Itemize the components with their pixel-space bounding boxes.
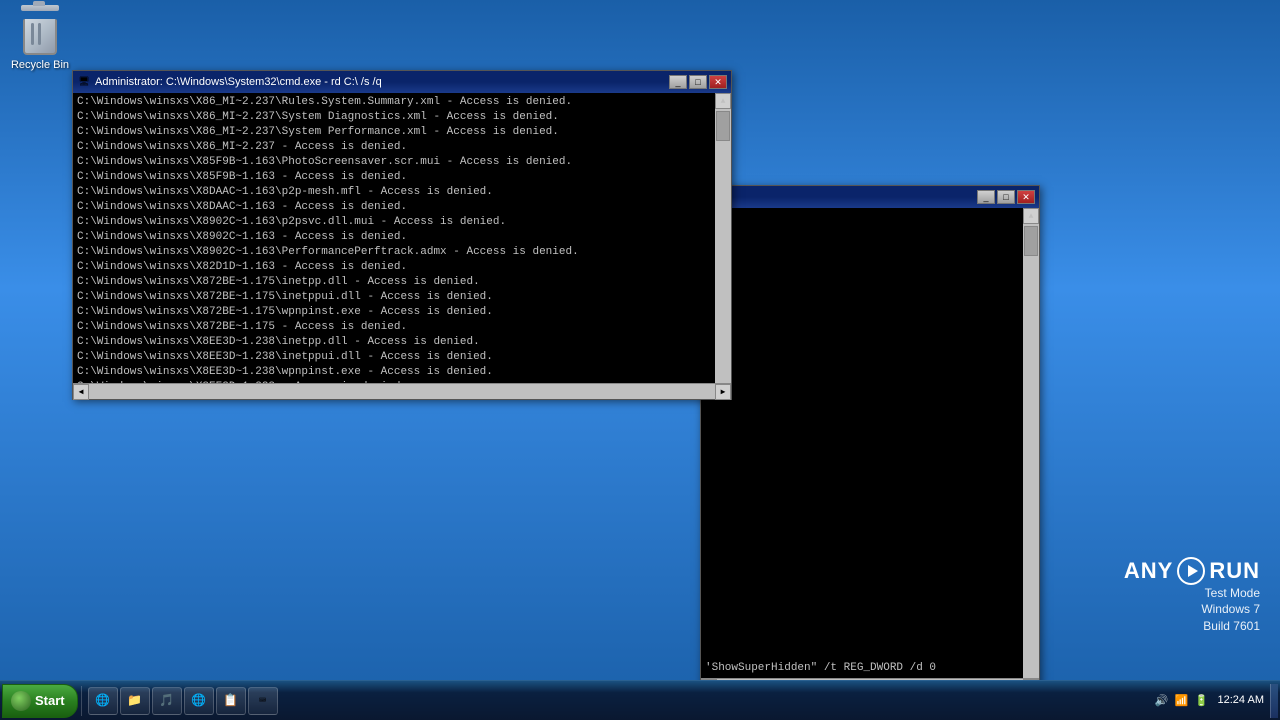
window-2-maximize[interactable]: □ (997, 190, 1015, 204)
cmd-line: C:\Windows\winsxs\X8EE3D~1.238 - Access … (77, 380, 727, 383)
cmd-line: C:\Windows\winsxs\X872BE~1.175\inetppui.… (77, 290, 727, 305)
anyrun-brand: ANY RUN (1124, 557, 1260, 585)
taskbar-tray[interactable]: 🔊 📶 🔋 12:24 AM (1148, 693, 1270, 709)
taskbar-items[interactable]: 🌐 📁 🎵 🌐 📋 ⌨ (85, 681, 1148, 720)
tray-network-icon[interactable]: 🔊 (1154, 693, 1170, 709)
tray-clock[interactable]: 12:24 AM (1218, 693, 1264, 707)
anyrun-logo-text: ANY (1124, 558, 1173, 584)
taskbar-item-ie[interactable]: 🌐 (88, 687, 118, 715)
window-2-titlebar[interactable]: 🖥 _ □ ✕ (701, 186, 1039, 208)
cmd-line: C:\Windows\winsxs\X82D1D~1.163 - Access … (77, 260, 727, 275)
taskbar-item-folder[interactable]: 📁 (120, 687, 150, 715)
anyrun-logo-text-2: RUN (1209, 558, 1260, 584)
cmd-line: C:\Windows\winsxs\X872BE~1.175\wpnpinst.… (77, 305, 727, 320)
taskbar[interactable]: Start 🌐 📁 🎵 🌐 📋 ⌨ 🔊 📶 🔋 12:24 AM (0, 680, 1280, 720)
start-orb (11, 691, 31, 711)
window-2-body: ▲ 'ShowSuperHidden" /t REG_DWORD /d 0 (701, 208, 1039, 678)
window-1-body: C:\Windows\winsxs\X86_MI~2.237\Rules.Sys… (73, 93, 731, 383)
anyrun-play-icon (1177, 557, 1205, 585)
window-1-icon: 🖥 (77, 75, 91, 89)
window-2-content: 'ShowSuperHidden" /t REG_DWORD /d 0 (705, 661, 936, 676)
cmd-line: C:\Windows\winsxs\X86_MI~2.237\System Pe… (77, 125, 727, 140)
start-label: Start (35, 693, 65, 708)
cmd-window-1[interactable]: 🖥 Administrator: C:\Windows\System32\cmd… (72, 70, 732, 400)
cmd-line: C:\Windows\winsxs\X8902C~1.163 - Access … (77, 230, 727, 245)
window-1-minimize[interactable]: _ (669, 75, 687, 89)
hscroll-right-2[interactable]: ▶ (715, 384, 731, 400)
cmd-line: C:\Windows\winsxs\X872BE~1.175 - Access … (77, 320, 727, 335)
cmd-line: C:\Windows\winsxs\X872BE~1.175\inetpp.dl… (77, 275, 727, 290)
cmd-line: C:\Windows\winsxs\X86_MI~2.237\Rules.Sys… (77, 95, 727, 110)
window-1-hscrollbar[interactable]: ◀ ▶ (73, 383, 731, 399)
cmd-line: C:\Windows\winsxs\X85F9B~1.163 - Access … (77, 170, 727, 185)
media-icon: 🎵 (159, 693, 175, 709)
show-desktop-button[interactable] (1270, 684, 1278, 718)
cmd-window-2[interactable]: 🖥 _ □ ✕ ▲ 'ShowSuperHidden" /t REG_DWORD… (700, 185, 1040, 695)
cmd-line: C:\Windows\winsxs\X86_MI~2.237\System Di… (77, 110, 727, 125)
cmd-output: C:\Windows\winsxs\X86_MI~2.237\Rules.Sys… (77, 95, 727, 383)
cmd-line: C:\Windows\winsxs\X8902C~1.163\Performan… (77, 245, 727, 260)
scroll-thumb[interactable] (1024, 226, 1038, 256)
cmd-line: C:\Windows\winsxs\X8DAAC~1.163 - Access … (77, 200, 727, 215)
cmd-line: C:\Windows\winsxs\X8EE3D~1.238\inetppui.… (77, 350, 727, 365)
cmd-line: C:\Windows\winsxs\X8902C~1.163\p2psvc.dl… (77, 215, 727, 230)
window-1-title: Administrator: C:\Windows\System32\cmd.e… (95, 76, 669, 88)
hscroll-track-2 (89, 384, 715, 399)
window-1-scrollbar[interactable]: ▲ (715, 93, 731, 383)
window-1-controls[interactable]: _ □ ✕ (669, 75, 727, 89)
taskbar-item-notepad[interactable]: 📋 (216, 687, 246, 715)
scroll-thumb-2[interactable] (716, 111, 730, 141)
notepad-icon: 📋 (223, 693, 239, 709)
tray-battery-icon[interactable]: 🔋 (1194, 693, 1210, 709)
cmd-line: C:\Windows\winsxs\X8EE3D~1.238\wpnpinst.… (77, 365, 727, 380)
scroll-up-arrow[interactable]: ▲ (1023, 208, 1039, 224)
taskbar-item-media[interactable]: 🎵 (152, 687, 182, 715)
recycle-bin-graphic (20, 5, 60, 53)
hscroll-left-2[interactable]: ◀ (73, 384, 89, 400)
taskbar-item-chrome[interactable]: 🌐 (184, 687, 214, 715)
start-button[interactable]: Start (2, 684, 78, 718)
window-1-titlebar[interactable]: 🖥 Administrator: C:\Windows\System32\cmd… (73, 71, 731, 93)
tray-volume-icon[interactable]: 📶 (1174, 693, 1190, 709)
recycle-bin-label: Recycle Bin (11, 59, 69, 71)
window-1-maximize[interactable]: □ (689, 75, 707, 89)
cmd-icon: ⌨ (255, 693, 271, 709)
scroll-up-2[interactable]: ▲ (715, 93, 731, 109)
window-2-scrollbar[interactable]: ▲ (1023, 208, 1039, 678)
taskbar-item-cmd[interactable]: ⌨ (248, 687, 278, 715)
cmd-line: C:\Windows\winsxs\X86_MI~2.237 - Access … (77, 140, 727, 155)
cmd-line: C:\Windows\winsxs\X85F9B~1.163\PhotoScre… (77, 155, 727, 170)
desktop: Recycle Bin 🖥 _ □ ✕ ▲ 'ShowSuperHidden" … (0, 0, 1280, 680)
taskbar-divider (81, 686, 82, 716)
window-2-minimize[interactable]: _ (977, 190, 995, 204)
recycle-bin-icon[interactable]: Recycle Bin (5, 5, 75, 73)
window-2-controls[interactable]: _ □ ✕ (977, 190, 1035, 204)
cmd-line: C:\Windows\winsxs\X8DAAC~1.163\p2p-mesh.… (77, 185, 727, 200)
cmd-line: C:\Windows\winsxs\X8EE3D~1.238\inetpp.dl… (77, 335, 727, 350)
anyrun-watermark: ANY RUN Test Mode Windows 7 Build 7601 (1124, 557, 1260, 635)
window-1-close[interactable]: ✕ (709, 75, 727, 89)
ie-icon: 🌐 (95, 693, 111, 709)
chrome-icon: 🌐 (191, 693, 207, 709)
window-2-close[interactable]: ✕ (1017, 190, 1035, 204)
folder-icon: 📁 (127, 693, 143, 709)
anyrun-version-info: Test Mode Windows 7 Build 7601 (1201, 585, 1260, 635)
